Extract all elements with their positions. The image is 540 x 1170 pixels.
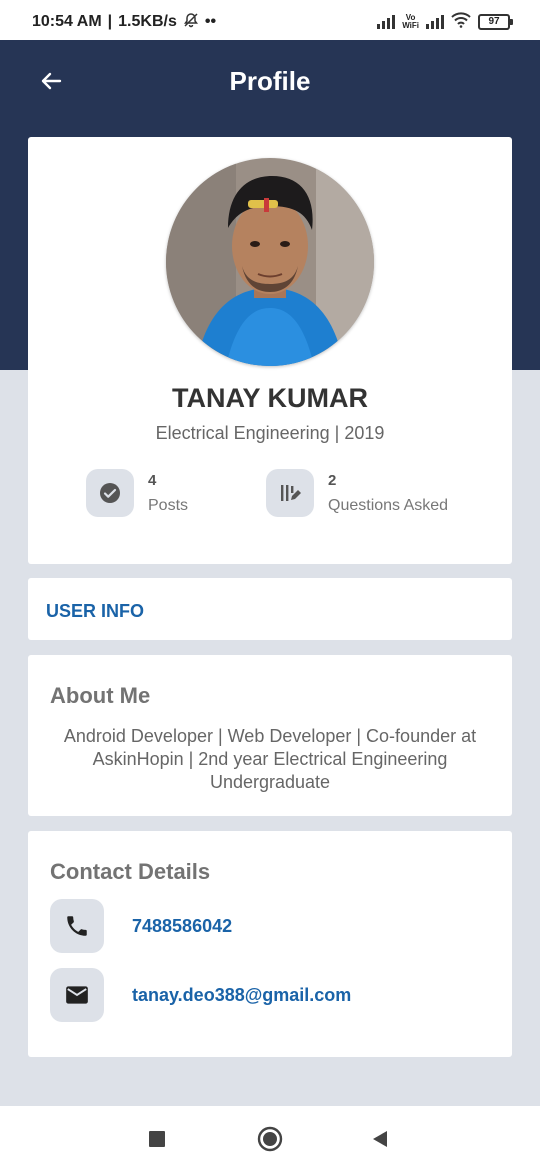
profile-card: TANAY KUMAR Electrical Engineering | 201… [28,137,512,564]
status-bar: 10:54 AM | 1.5KB/s •• Vo WiFi 97 [0,0,540,44]
profile-department: Electrical Engineering | 2019 [155,423,385,443]
email-address[interactable]: tanay.deo388@gmail.com [132,985,351,1006]
contact-title: Contact Details [50,859,211,884]
about-text: Android Developer | Web Developer | Co-f… [63,726,477,792]
alarm-off-icon [183,12,199,33]
status-right: Vo WiFi 97 [377,11,513,33]
triangle-back-icon [373,1131,387,1147]
signal-icon-2 [426,15,444,29]
home-circle-icon [257,1126,283,1152]
user-info-card[interactable]: USER INFO [28,578,512,640]
questions-label: Questions Asked [328,496,449,514]
signal-icon [377,15,396,29]
user-info-link[interactable]: USER INFO [46,601,144,622]
contact-phone-row[interactable]: 7488586042 [50,899,232,953]
home-button[interactable] [257,1126,283,1152]
page-title: Profile [229,66,311,96]
vowifi-indicator: Vo WiFi [402,13,419,30]
mail-icon [66,986,88,1004]
contact-card: Contact Details 7488586042 tanay.deo388@… [28,831,512,1057]
contact-email-row[interactable]: tanay.deo388@gmail.com [50,968,351,1022]
square-icon [149,1131,165,1147]
wifi-icon [451,11,471,33]
status-time: 10:54 AM [32,13,102,30]
profile-name: TANAY KUMAR [171,383,368,413]
check-circle-icon [100,483,120,503]
status-left: 10:54 AM | 1.5KB/s •• [32,12,216,33]
phone-number[interactable]: 7488586042 [132,916,232,937]
posts-count: 4 [148,471,157,489]
about-title: About Me [50,683,151,708]
questions-count: 2 [328,471,337,489]
about-card: About Me Android Developer | Web Develop… [28,655,512,816]
network-speed: 1.5KB/s [118,13,177,30]
back-nav-button[interactable] [367,1126,393,1152]
phone-icon [67,916,87,936]
more-dots: •• [204,13,217,30]
posts-label: Posts [148,496,189,514]
stat-questions[interactable]: 2 Questions Asked [266,469,448,517]
stat-posts[interactable]: 4 Posts [86,469,188,517]
recents-button[interactable] [144,1126,170,1152]
system-nav-bar [0,1106,540,1170]
edit-note-icon [281,485,301,501]
battery-icon: 97 [478,14,513,30]
avatar[interactable] [166,158,374,366]
